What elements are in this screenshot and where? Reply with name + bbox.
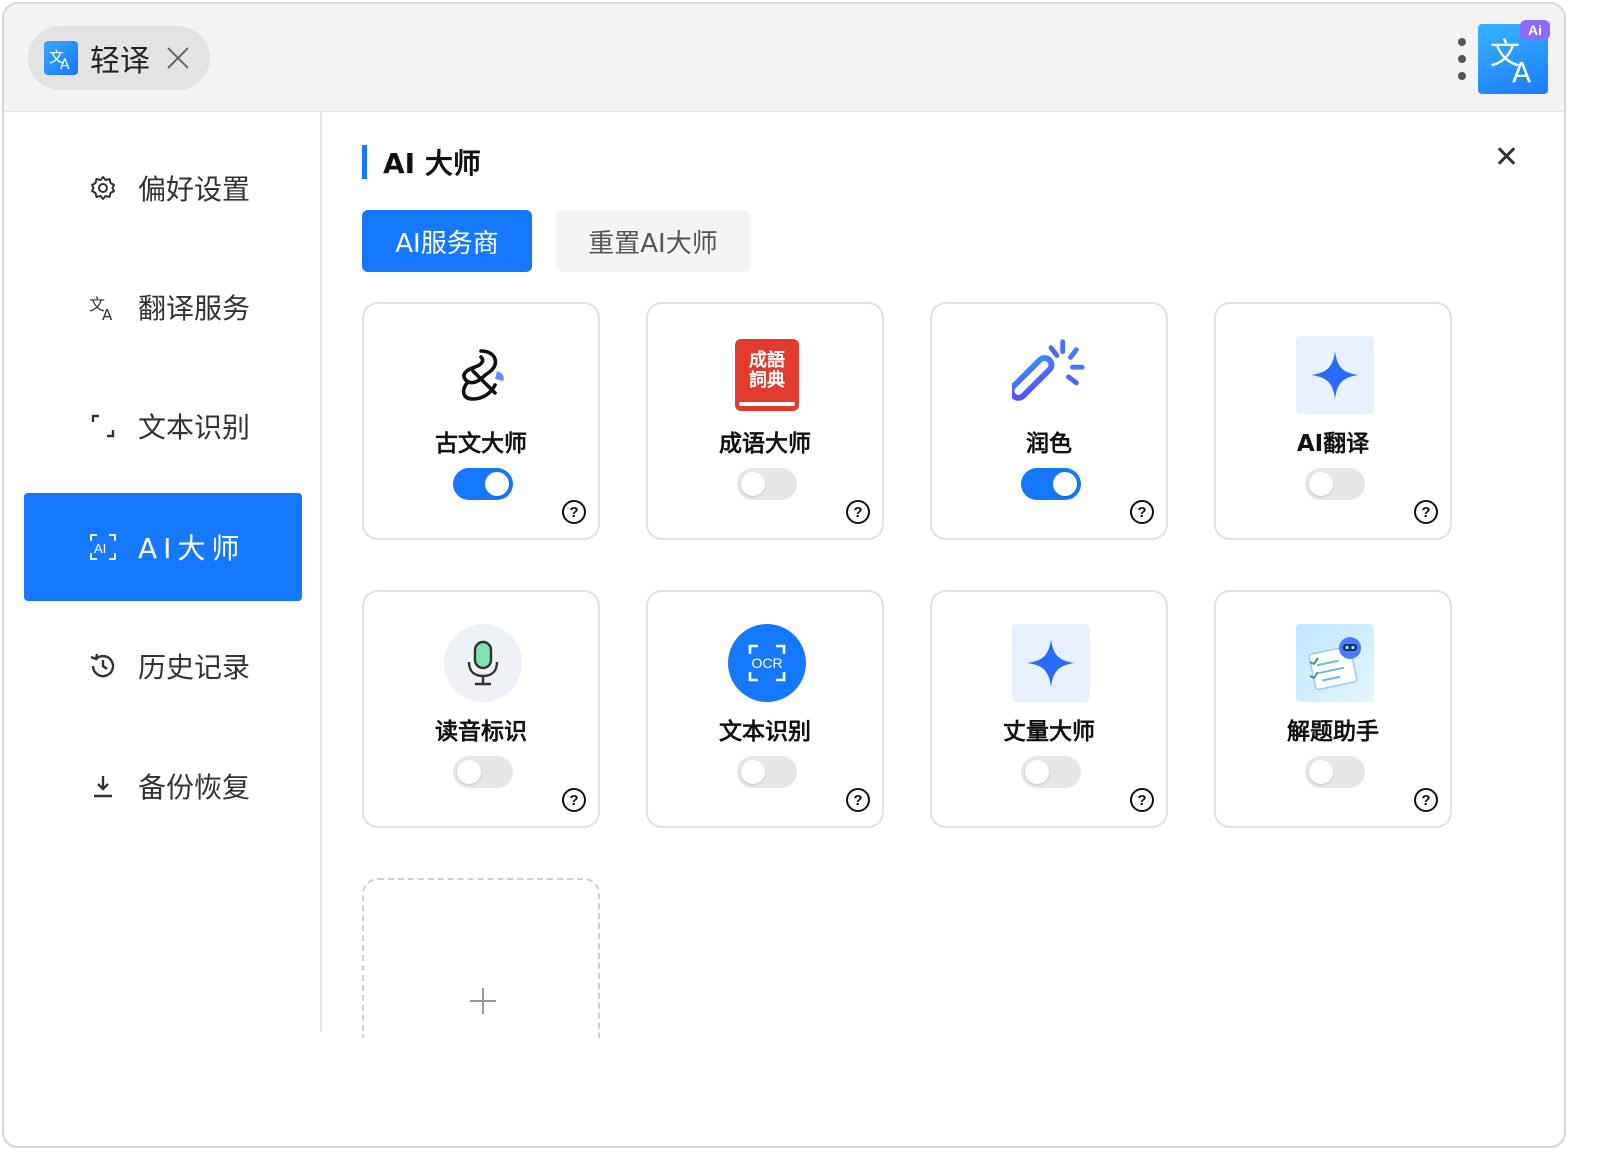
sidebar-item-text-recognition[interactable]: 文本识别 (24, 372, 302, 480)
translate-logo-icon: 文 A (44, 41, 78, 75)
card-title: 成语大师 (719, 431, 811, 457)
card-text-recognition[interactable]: OCR 文本识别 ? (646, 590, 884, 828)
sidebar-item-preferences[interactable]: 偏好设置 (24, 134, 302, 242)
enable-toggle[interactable] (1305, 756, 1365, 788)
main-panel: AI 大师 AI服务商 重置AI大师 古文大师 ? 成語詞典 成语大师 ? 润色… (324, 112, 1564, 1146)
microphone-icon (444, 624, 522, 702)
svg-text:A: A (102, 306, 113, 321)
card-measure-master[interactable]: 丈量大师 ? (930, 590, 1168, 828)
help-icon[interactable]: ? (562, 788, 586, 812)
ai-providers-button[interactable]: AI服务商 (362, 210, 532, 272)
idiom-dictionary-text: 成語詞典 (749, 350, 785, 391)
scan-icon (88, 411, 118, 441)
close-tab-icon[interactable] (164, 44, 192, 72)
enable-toggle[interactable] (737, 756, 797, 788)
robot-worksheet-icon (1296, 624, 1374, 702)
help-icon[interactable]: ? (1130, 788, 1154, 812)
help-icon[interactable]: ? (562, 500, 586, 524)
more-options-icon[interactable] (1456, 38, 1468, 80)
enable-toggle[interactable] (1021, 756, 1081, 788)
sidebar-item-history[interactable]: 历史记录 (24, 612, 302, 720)
card-title: 古文大师 (435, 431, 527, 457)
enable-toggle[interactable] (737, 468, 797, 500)
svg-text:A: A (60, 57, 70, 71)
card-title: AI翻译 (1296, 431, 1370, 457)
enable-toggle[interactable] (453, 756, 513, 788)
enable-toggle[interactable] (453, 468, 513, 500)
card-idiom-master[interactable]: 成語詞典 成语大师 ? (646, 302, 884, 540)
sidebar-item-ai-master[interactable]: AI AI大师 (24, 493, 302, 601)
add-ai-master-button[interactable] (362, 878, 600, 1038)
sidebar-item-label: 偏好设置 (138, 173, 251, 206)
sidebar-item-label: 文本识别 (138, 411, 251, 444)
card-problem-solver[interactable]: 解题助手 ? (1214, 590, 1452, 828)
sidebar-item-label: 历史记录 (138, 651, 251, 684)
card-title: 丈量大师 (1003, 719, 1095, 745)
brush-icon (444, 336, 522, 414)
close-icon[interactable] (1492, 142, 1520, 170)
help-icon[interactable]: ? (846, 788, 870, 812)
help-icon[interactable]: ? (1414, 788, 1438, 812)
help-icon[interactable]: ? (1414, 500, 1438, 524)
card-polish[interactable]: 润色 ? (930, 302, 1168, 540)
card-ancient-text-master[interactable]: 古文大师 ? (362, 302, 600, 540)
card-title: 解题助手 (1287, 719, 1379, 745)
page-title: AI 大师 (362, 144, 481, 180)
sidebar: 偏好设置 文 A 翻译服务 文本识别 AI AI大师 历史记录 备份恢复 (4, 112, 322, 1032)
help-icon[interactable]: ? (846, 500, 870, 524)
sidebar-item-label: 备份恢复 (138, 771, 251, 804)
magic-wand-icon (1012, 336, 1090, 414)
card-pronunciation[interactable]: 读音标识 ? (362, 590, 600, 828)
download-icon (88, 771, 118, 801)
card-ai-translate[interactable]: AI翻译 ? (1214, 302, 1452, 540)
sidebar-item-label: AI大师 (138, 532, 246, 565)
sparkle-icon (1296, 336, 1374, 414)
svg-text:AI: AI (94, 541, 106, 556)
plus-icon (470, 988, 496, 1014)
title-accent-bar (362, 145, 367, 179)
title-bar: 文 A 轻译 文 A Ai (4, 4, 1564, 112)
card-title: 润色 (1026, 431, 1072, 457)
ai-translate-logo-icon[interactable]: 文 A Ai (1478, 20, 1550, 94)
help-icon[interactable]: ? (1130, 500, 1154, 524)
history-icon (88, 651, 118, 681)
translate-icon: 文 A (88, 292, 118, 322)
sidebar-item-backup-restore[interactable]: 备份恢复 (24, 732, 302, 840)
enable-toggle[interactable] (1021, 468, 1081, 500)
reset-ai-master-button[interactable]: 重置AI大师 (556, 210, 750, 272)
enable-toggle[interactable] (1305, 468, 1365, 500)
ocr-text: OCR (751, 655, 783, 671)
ai-icon: AI (88, 532, 118, 562)
ai-badge: Ai (1520, 20, 1550, 40)
app-tab[interactable]: 文 A 轻译 (28, 26, 210, 90)
page-title-text: AI 大师 (383, 147, 481, 180)
sidebar-item-label: 翻译服务 (138, 292, 251, 325)
app-tab-label: 轻译 (90, 44, 150, 79)
card-title: 文本识别 (719, 719, 811, 745)
app-window: 文 A 轻译 文 A Ai 偏好设置 文 A 翻译服务 文本识别 AI AI大师… (2, 2, 1566, 1148)
idiom-dictionary-icon: 成語詞典 (728, 336, 806, 414)
sparkle-icon (1012, 624, 1090, 702)
sidebar-item-translate-services[interactable]: 文 A 翻译服务 (24, 253, 302, 361)
gear-icon (88, 173, 118, 203)
ocr-icon: OCR (728, 624, 806, 702)
card-title: 读音标识 (435, 719, 527, 745)
svg-text:A: A (1512, 56, 1531, 86)
